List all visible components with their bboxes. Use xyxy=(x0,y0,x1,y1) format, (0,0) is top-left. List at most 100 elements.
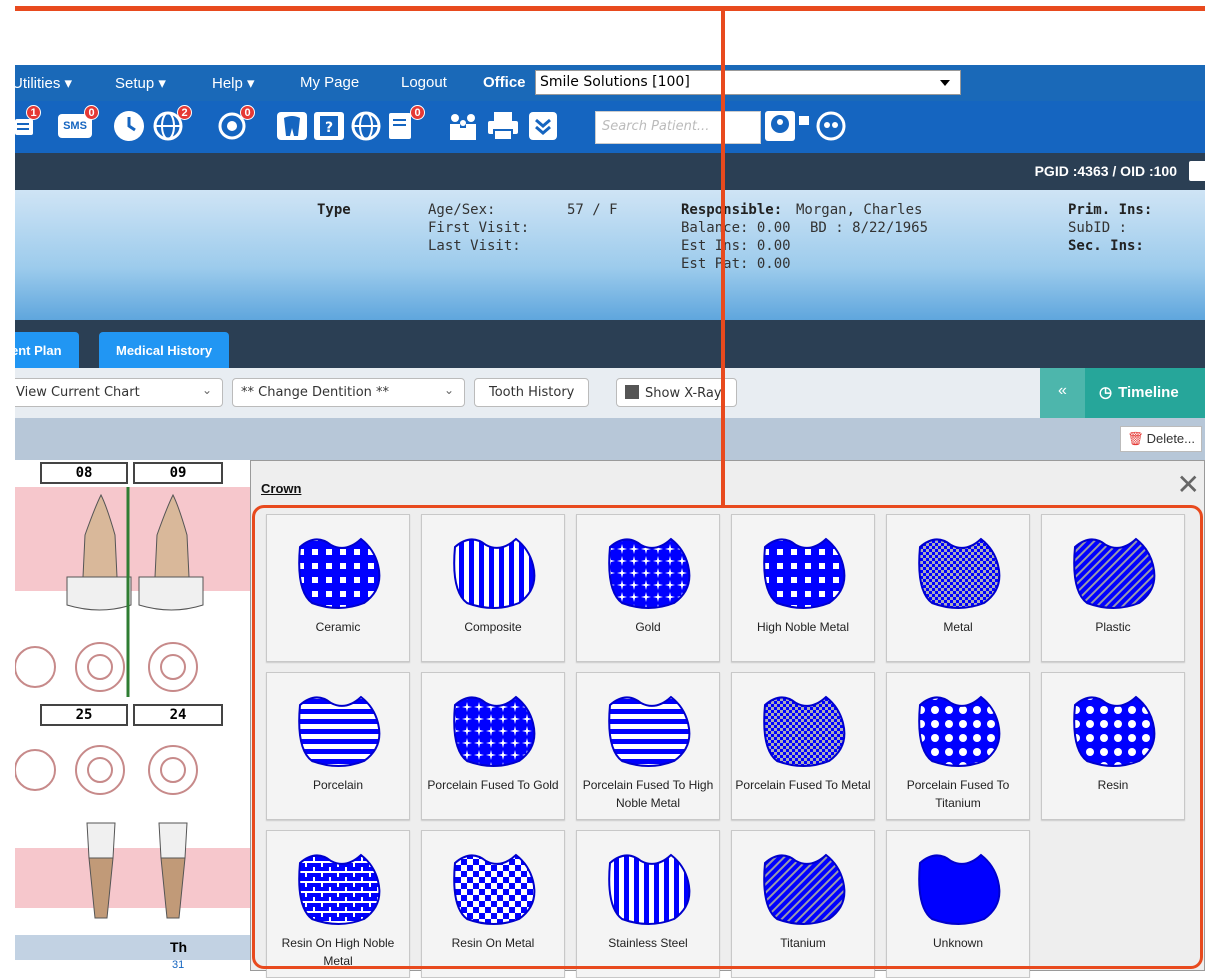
tooth-number-24[interactable]: 24 xyxy=(133,704,223,726)
docs-badge: 0 xyxy=(410,105,425,120)
crown-option-label: Composite xyxy=(464,620,522,634)
dentition-select[interactable]: ** Change Dentition ** ⌄ xyxy=(232,378,465,407)
prim-ins-label: Prim. Ins: xyxy=(1068,202,1153,218)
chevron-down-icon: ⌄ xyxy=(443,383,454,397)
crown-option-high-noble-metal[interactable]: High Noble Metal xyxy=(731,514,875,662)
timeline-button[interactable]: ◷ Timeline xyxy=(1085,368,1205,418)
age-sex-value: 57 / F xyxy=(567,202,618,218)
chat-badge: 1 xyxy=(26,105,41,120)
crown-option-label: Resin On High Noble Metal xyxy=(281,936,395,968)
show-xray-button[interactable]: Show X-Ray xyxy=(616,378,737,407)
delete-label: Delete... xyxy=(1146,431,1195,446)
callout-line-vertical xyxy=(721,6,725,506)
clock-icon[interactable] xyxy=(112,110,146,142)
tab-treatment-plan[interactable]: ent Plan xyxy=(15,332,79,368)
white-dots-crown-icon xyxy=(1073,695,1156,767)
view-chart-select[interactable]: View Current Chart ⌄ xyxy=(15,378,223,407)
help-book-icon[interactable]: ? xyxy=(312,110,346,142)
crown-option-label: Resin On Metal xyxy=(451,936,535,950)
crown-option-gold[interactable]: Gold xyxy=(576,514,720,662)
crown-option-stainless-steel[interactable]: Stainless Steel xyxy=(576,830,720,978)
crown-option-composite[interactable]: Composite xyxy=(421,514,565,662)
est-ins-text: Est Ins: 0.00 xyxy=(681,238,791,254)
fine-checker-crown-icon xyxy=(918,537,1001,609)
patient-search-icon[interactable] xyxy=(763,110,797,142)
tooth-number-08[interactable]: 08 xyxy=(40,462,128,484)
collapse-left-icon[interactable]: « xyxy=(1040,368,1085,418)
group-search-icon[interactable] xyxy=(797,110,851,142)
chevron-down-icon xyxy=(940,80,950,86)
crown-option-label: Porcelain Fused To High Noble Metal xyxy=(582,778,714,810)
close-icon[interactable]: ✕ xyxy=(1177,471,1200,499)
crown-option-porcelain-fused-to-titanium[interactable]: Porcelain Fused To Titanium xyxy=(886,672,1030,820)
row-value[interactable]: 31 xyxy=(172,959,184,971)
callout-line-horizontal xyxy=(15,6,1205,11)
delete-button[interactable]: 🗑 Delete... xyxy=(1120,426,1202,452)
sms-badge: 0 xyxy=(84,105,99,120)
chat-icon[interactable]: 1 xyxy=(15,105,41,142)
crown-option-porcelain-fused-to-metal[interactable]: Porcelain Fused To Metal xyxy=(731,672,875,820)
tooth-number-09[interactable]: 09 xyxy=(133,462,223,484)
office-select[interactable]: Smile Solutions [100] xyxy=(535,70,961,95)
document-check-icon[interactable]: 0 xyxy=(385,105,425,142)
tooth-history-button[interactable]: Tooth History xyxy=(474,378,590,407)
svg-text:?: ? xyxy=(325,120,333,136)
sms-icon[interactable]: SMS 0 xyxy=(57,105,99,142)
crown-option-resin-on-metal[interactable]: Resin On Metal xyxy=(421,830,565,978)
view-chart-value: View Current Chart xyxy=(16,385,140,400)
crown-option-resin-on-high-noble-metal[interactable]: Resin On High Noble Metal xyxy=(266,830,410,978)
crown-option-titanium[interactable]: Titanium xyxy=(731,830,875,978)
tooth-icon[interactable] xyxy=(275,110,309,142)
crown-option-resin[interactable]: Resin xyxy=(1041,672,1185,820)
crown-option-label: Stainless Steel xyxy=(608,936,688,950)
crown-material-grid: Ceramic Composite Gold High Noble Metal Meta… xyxy=(266,514,1191,978)
last-visit-label: Last Visit: xyxy=(428,238,521,254)
tooth-number-25[interactable]: 25 xyxy=(40,704,128,726)
crown-option-metal[interactable]: Metal xyxy=(886,514,1030,662)
dots-grid-crown-icon xyxy=(763,537,846,609)
tab-medical-history[interactable]: Medical History xyxy=(99,332,230,368)
patient-info-panel: Type Age/Sex: 57 / F First Visit: Last V… xyxy=(15,190,1205,320)
horizontal-stripes-crown-icon xyxy=(298,695,381,767)
timeline-label: Timeline xyxy=(1118,384,1179,401)
crown-option-porcelain-fused-to-gold[interactable]: Porcelain Fused To Gold xyxy=(421,672,565,820)
lower-teeth-drawing xyxy=(15,745,275,919)
crown-option-unknown[interactable]: Unknown xyxy=(886,830,1030,978)
print-icon[interactable] xyxy=(1189,161,1205,181)
diagonal-lines-crown-icon xyxy=(1073,537,1156,609)
menu-my-page[interactable]: My Page xyxy=(300,74,359,91)
show-xray-label: Show X-Ray xyxy=(645,386,722,401)
age-sex-label: Age/Sex: xyxy=(428,202,496,218)
chevron-down-box-icon[interactable] xyxy=(527,110,559,142)
tooth-chart: 08 09 25 24 xyxy=(15,460,275,971)
white-dots-crown-icon xyxy=(918,695,1001,767)
crown-option-label: Porcelain Fused To Gold xyxy=(427,778,559,792)
brick-crown-icon xyxy=(298,853,381,925)
diagonal-lines-crown-icon xyxy=(763,853,846,925)
crown-option-porcelain[interactable]: Porcelain xyxy=(266,672,410,820)
chart-toolbar: View Current Chart ⌄ ** Change Dentition … xyxy=(15,368,1205,418)
recall-icon[interactable]: 0 xyxy=(215,105,255,142)
crown-option-label: Metal xyxy=(943,620,973,634)
upper-teeth-drawing xyxy=(15,487,204,697)
birthdate-text: BD : 8/22/1965 xyxy=(810,220,929,236)
menu-setup[interactable]: Setup ▾ xyxy=(115,74,166,92)
menu-logout[interactable]: Logout xyxy=(401,74,447,91)
clock-small-icon: ◷ xyxy=(1099,384,1113,401)
responsible-value[interactable]: Morgan, Charles xyxy=(796,202,922,218)
menu-help[interactable]: Help ▾ xyxy=(212,74,255,92)
web-globe-icon[interactable] xyxy=(349,110,383,142)
dentition-value: ** Change Dentition ** xyxy=(241,385,390,400)
crown-option-ceramic[interactable]: Ceramic xyxy=(266,514,410,662)
search-patient-input[interactable]: Search Patient... xyxy=(595,111,761,144)
family-icon[interactable] xyxy=(445,110,481,142)
crown-option-porcelain-fused-to-high-noble-metal[interactable]: Porcelain Fused To High Noble Metal xyxy=(576,672,720,820)
crown-option-label: Titanium xyxy=(780,936,826,950)
globe-icon[interactable]: 2 xyxy=(150,105,192,142)
printer-icon[interactable] xyxy=(485,110,521,142)
office-label: Office xyxy=(483,74,526,91)
crown-option-label: High Noble Metal xyxy=(756,620,850,634)
crown-option-plastic[interactable]: Plastic xyxy=(1041,514,1185,662)
menu-utilities[interactable]: Utilities ▾ xyxy=(15,74,72,92)
recall-badge: 0 xyxy=(240,105,255,120)
